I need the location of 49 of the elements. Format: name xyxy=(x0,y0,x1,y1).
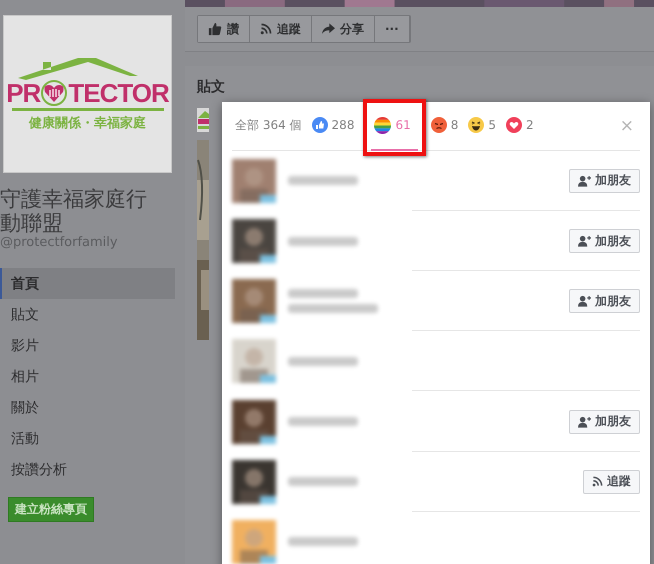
reaction-tab[interactable]: 5 xyxy=(465,102,504,151)
blurred-name xyxy=(288,236,358,246)
rss-icon xyxy=(260,23,272,35)
create-page-button[interactable]: 建立粉絲專頁 xyxy=(8,497,94,522)
blurred-name xyxy=(288,417,358,426)
sidebar-item[interactable]: 貼文 xyxy=(0,299,175,330)
sidebar-item[interactable]: 首頁 xyxy=(0,268,175,300)
add-person-icon xyxy=(578,295,591,308)
blurred-name xyxy=(288,477,358,486)
add-person-icon xyxy=(578,416,591,428)
reaction-tab[interactable]: 全部 364 個 xyxy=(232,102,309,151)
laughing-face-icon xyxy=(468,117,484,134)
like-reaction-icon xyxy=(312,117,328,134)
reaction-tab[interactable]: 8 xyxy=(428,102,466,151)
logo-tagline: 健康關係・幸福家庭 xyxy=(29,114,146,132)
add-person-icon xyxy=(578,235,591,248)
add-friend-button[interactable]: 加朋友 xyxy=(569,289,640,314)
sidebar-item[interactable]: 關於 xyxy=(0,392,175,424)
like-icon xyxy=(208,22,222,36)
blurred-name xyxy=(288,289,358,298)
reaction-tab[interactable]: 61 xyxy=(371,102,418,151)
sidebar-item[interactable]: 活動 xyxy=(0,423,175,454)
add-friend-button[interactable]: 加朋友 xyxy=(569,410,640,434)
sidebar-item[interactable]: 影片 xyxy=(0,330,175,362)
heart-reaction-icon xyxy=(506,117,522,134)
section-title: 貼文 xyxy=(197,78,226,96)
heart-family-icon xyxy=(41,80,68,106)
sidebar-item[interactable]: 相片 xyxy=(0,361,175,392)
reaction-tab[interactable]: 288 xyxy=(308,102,362,151)
share-arrow-icon xyxy=(322,23,335,35)
follow-button[interactable]: 追蹤 xyxy=(583,470,640,494)
logo-text: PR xyxy=(6,80,40,106)
reaction-tab[interactable]: 2 xyxy=(503,102,541,151)
blurred-name xyxy=(288,176,358,186)
page-name: 守護幸福家庭行動聯盟 xyxy=(0,187,148,236)
blurred-name xyxy=(288,537,358,546)
action-button[interactable]: 追蹤 xyxy=(250,16,312,42)
add-friend-button[interactable]: 加朋友 xyxy=(569,229,640,254)
logo-text: TECTOR xyxy=(68,80,169,106)
action-button[interactable]: 分享 xyxy=(312,16,375,42)
add-friend-button[interactable]: 加朋友 xyxy=(569,168,640,193)
blurred-name xyxy=(288,356,358,366)
action-button[interactable]: 讚 xyxy=(198,16,250,42)
rainbow-reaction-icon xyxy=(374,116,392,134)
action-button[interactable]: ··· xyxy=(375,16,410,42)
angry-face-icon xyxy=(430,117,447,134)
rss-icon xyxy=(592,476,603,488)
sidebar-item[interactable]: 按讚分析 xyxy=(0,454,175,486)
add-person-icon xyxy=(578,174,591,187)
